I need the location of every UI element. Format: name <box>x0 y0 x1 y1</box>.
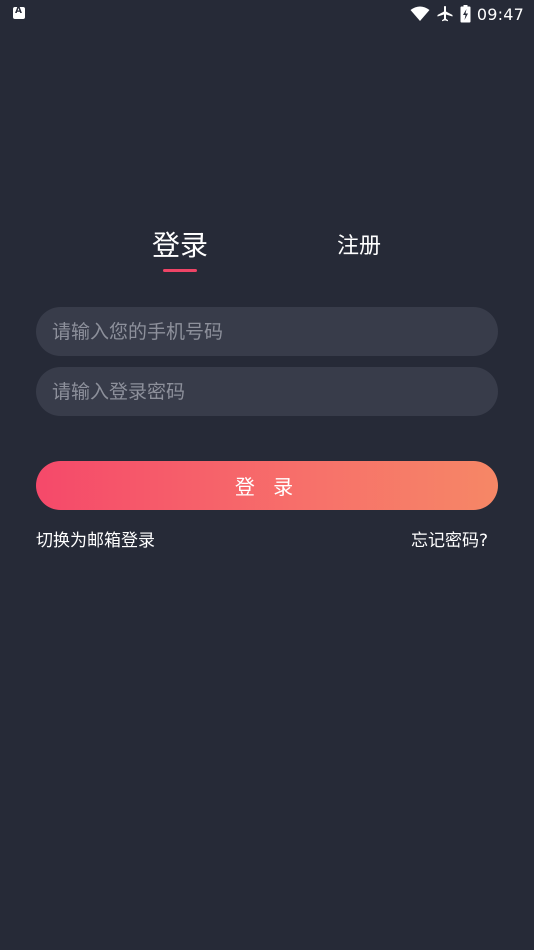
forgot-password-link[interactable]: 忘记密码? <box>411 529 488 553</box>
password-input[interactable] <box>50 379 484 404</box>
tab-login[interactable]: 登录 <box>140 226 220 270</box>
airplane-icon <box>436 5 454 23</box>
accessibility-a-icon <box>13 6 25 19</box>
tab-login-label: 登录 <box>151 229 208 262</box>
switch-to-email-login-link[interactable]: 切换为邮箱登录 <box>36 529 155 553</box>
tab-register[interactable]: 注册 <box>320 226 398 270</box>
password-field-container <box>36 367 498 416</box>
phone-input[interactable] <box>50 319 484 344</box>
status-bar: 09:47 <box>0 0 534 28</box>
active-tab-indicator <box>163 269 197 272</box>
login-button[interactable]: 登 录 <box>36 461 498 510</box>
battery-charging-icon <box>460 5 471 23</box>
wifi-icon <box>410 6 430 22</box>
status-time: 09:47 <box>476 4 524 24</box>
tab-register-label: 注册 <box>336 234 381 259</box>
phone-field-container <box>36 307 498 356</box>
status-icons: 09:47 <box>410 2 524 26</box>
